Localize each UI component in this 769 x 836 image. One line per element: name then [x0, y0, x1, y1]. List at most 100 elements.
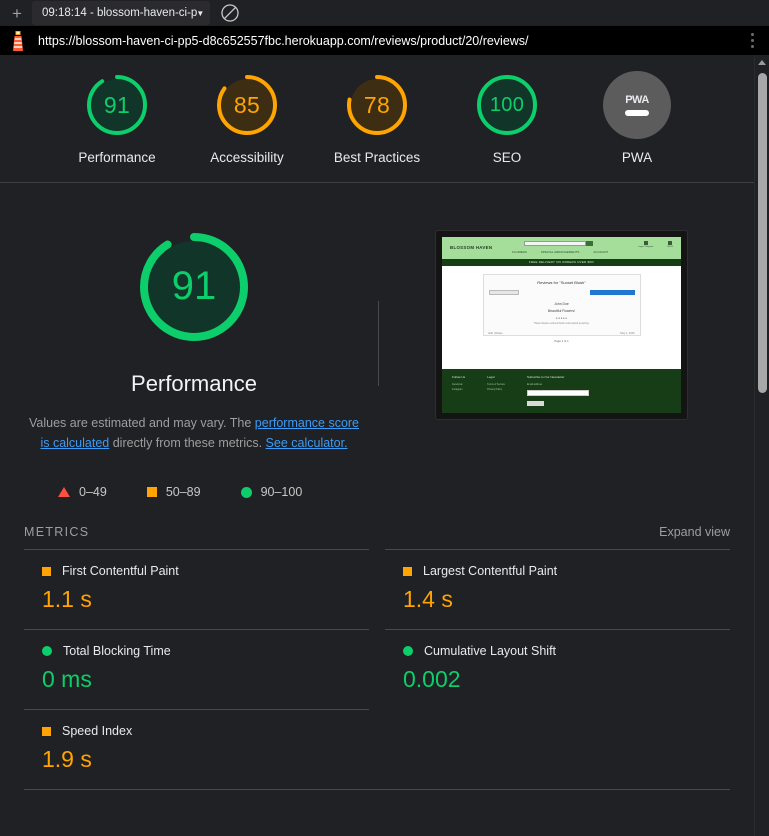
mock-body: Reviews for "Sunset Blush" John Doe Beau…	[442, 265, 681, 369]
metric-head: Total Blocking Time	[24, 644, 369, 658]
metric-value: 1.4 s	[403, 586, 453, 613]
mock-footer-item-1a: Facebook	[452, 382, 463, 386]
legend-label-average: 50–89	[165, 485, 201, 500]
kebab-menu-icon[interactable]	[739, 28, 765, 54]
mock-leave-review-button	[589, 289, 635, 295]
browser-tabstrip: + 09:18:14 - blossom-haven-ci-p ▼	[0, 0, 769, 26]
scroll-up-arrow-icon[interactable]	[755, 55, 769, 69]
lighthouse-icon	[8, 30, 28, 52]
mock-footer-email-label: Email address	[526, 382, 543, 386]
mock-nav-item-2: ACCOUNT	[593, 249, 609, 254]
mock-footer-col-legal: Legal Terms of Service Privacy Policy	[487, 375, 505, 407]
metric-value: 1.1 s	[42, 586, 92, 613]
big-gauge-value: 91	[171, 264, 217, 309]
metrics-bottom-divider	[24, 789, 730, 791]
disclaimer-text-2: directly from these metrics.	[109, 435, 266, 450]
gauge-ring-accessibility: 85	[213, 71, 281, 139]
metric-total-blocking-time[interactable]: Total Blocking Time 0 ms	[24, 629, 369, 709]
mock-search	[524, 240, 593, 246]
metric-value: 1.9 s	[42, 746, 92, 773]
mock-footer-title-2: Legal	[487, 374, 495, 379]
metric-head: Cumulative Layout Shift	[385, 644, 730, 658]
legend-label-fail: 0–49	[79, 485, 107, 500]
legend-item-fail: 0–49	[58, 485, 107, 499]
category-summary: 91 Performance Values are estimated and …	[24, 225, 364, 454]
mock-footer-title-1: Follow Us	[452, 374, 466, 379]
screenshot-page-mock: BLOSSOM HAVEN FLOWERS SPECIAL ARRANGEMEN…	[442, 236, 681, 413]
circle-pass-icon	[240, 486, 252, 498]
score-label-accessibility: Accessibility	[210, 150, 284, 165]
score-gauge-accessibility[interactable]: 85 Accessibility	[199, 71, 295, 168]
mock-review-body: John Doe Beautiful Flowers! ★★★★★ These …	[489, 301, 635, 327]
score-gauge-best-practices[interactable]: 78 Best Practices	[329, 71, 425, 168]
vertical-divider	[378, 300, 379, 386]
mock-review-author: John Doe	[554, 301, 569, 306]
see-calculator-link[interactable]: See calculator.	[266, 436, 348, 450]
mock-brand: BLOSSOM HAVEN	[450, 245, 493, 251]
metrics-header: METRICS Expand view	[0, 525, 754, 539]
browser-tab[interactable]: 09:18:14 - blossom-haven-ci-p ▼	[32, 1, 211, 25]
square-average-icon	[146, 487, 157, 498]
metric-name: Cumulative Layout Shift	[424, 644, 557, 659]
gauge-ring-best-practices: 78	[343, 71, 411, 139]
lighthouse-report: 91 Performance 85 Accessibility 78 Best …	[0, 55, 754, 836]
triangle-fail-icon	[58, 487, 70, 498]
mock-nav-item-0: FLOWERS	[512, 249, 527, 254]
metric-value: 0.002	[403, 666, 461, 693]
score-value-accessibility: 85	[233, 91, 261, 118]
metric-placeholder	[385, 709, 730, 789]
mock-footer-subscribe-button	[526, 400, 544, 406]
mock-nav: FLOWERS SPECIAL ARRANGEMENTS ACCOUNT	[512, 250, 608, 254]
no-entry-icon[interactable]	[220, 3, 240, 23]
score-value-best-practices: 78	[363, 91, 391, 118]
metric-value: 0 ms	[42, 666, 92, 693]
circle-pass-icon	[403, 646, 413, 657]
disclaimer-text-1: Values are estimated and may vary. The	[28, 415, 255, 430]
mock-cart-icon: $0.00	[668, 240, 673, 248]
page-scrollbar[interactable]	[754, 55, 769, 836]
score-label-pwa: PWA	[621, 150, 653, 165]
score-label-best-practices: Best Practices	[333, 150, 421, 165]
mock-footer-item-2a: Terms of Service	[487, 382, 505, 386]
mock-back-button	[488, 289, 519, 295]
metric-largest-contentful-paint[interactable]: Largest Contentful Paint 1.4 s	[385, 549, 730, 629]
mock-account-icon: Login / Register	[638, 240, 654, 248]
score-gauge-pwa[interactable]: PWA PWA	[589, 71, 685, 168]
final-screenshot[interactable]: BLOSSOM HAVEN FLOWERS SPECIAL ARRANGEMEN…	[435, 229, 688, 420]
gauge-ring-performance: 91	[83, 71, 151, 139]
metric-name: Total Blocking Time	[63, 644, 171, 659]
scores-strip: 91 Performance 85 Accessibility 78 Best …	[0, 55, 754, 183]
metric-first-contentful-paint[interactable]: First Contentful Paint 1.1 s	[24, 549, 369, 629]
scores-row: 91 Performance 85 Accessibility 78 Best …	[0, 71, 754, 168]
mock-site-header: BLOSSOM HAVEN FLOWERS SPECIAL ARRANGEMEN…	[442, 236, 681, 259]
url-text[interactable]: https://blossom-haven-ci-pp5-d8c652557fb…	[38, 34, 729, 48]
legend-label-pass: 90–100	[260, 485, 303, 500]
mock-search-input	[524, 240, 586, 246]
mock-review-date: May 1, 2025	[620, 331, 635, 335]
mock-site-footer: Follow Us Facebook Instagram Legal Terms…	[442, 368, 681, 413]
metric-name: First Contentful Paint	[62, 564, 179, 579]
report-wrapper: 91 Performance 85 Accessibility 78 Best …	[0, 55, 769, 836]
metric-cumulative-layout-shift[interactable]: Cumulative Layout Shift 0.002	[385, 629, 730, 709]
metric-head: Largest Contentful Paint	[385, 564, 730, 578]
score-gauge-performance[interactable]: 91 Performance	[69, 71, 165, 168]
mock-review-actions: Edit | Delete	[488, 331, 503, 335]
category-performance: 91 Performance Values are estimated and …	[0, 183, 754, 500]
final-screenshot-area: BLOSSOM HAVEN FLOWERS SPECIAL ARRANGEMEN…	[393, 225, 730, 420]
metric-speed-index[interactable]: Speed Index 1.9 s	[24, 709, 369, 789]
scrollbar-thumb[interactable]	[758, 73, 767, 393]
metric-head: First Contentful Paint	[24, 564, 369, 578]
expand-view-toggle[interactable]: Expand view	[659, 525, 730, 539]
chevron-down-icon[interactable]: ▼	[196, 9, 204, 18]
category-title: Performance	[131, 370, 257, 396]
score-gauge-seo[interactable]: 100 SEO	[459, 71, 555, 168]
square-average-icon	[403, 566, 412, 576]
big-gauge-performance: 91	[132, 225, 256, 349]
new-tab-button[interactable]: +	[6, 2, 28, 24]
mock-footer-email-input	[526, 389, 589, 396]
mock-card-title: Reviews for "Sunset Blush"	[537, 279, 586, 285]
legend-item-average: 50–89	[146, 485, 201, 500]
square-average-icon	[42, 726, 51, 736]
metrics-grid: First Contentful Paint 1.1 s Largest Con…	[24, 549, 730, 789]
mock-header-icons: Login / Register $0.00	[638, 240, 673, 248]
